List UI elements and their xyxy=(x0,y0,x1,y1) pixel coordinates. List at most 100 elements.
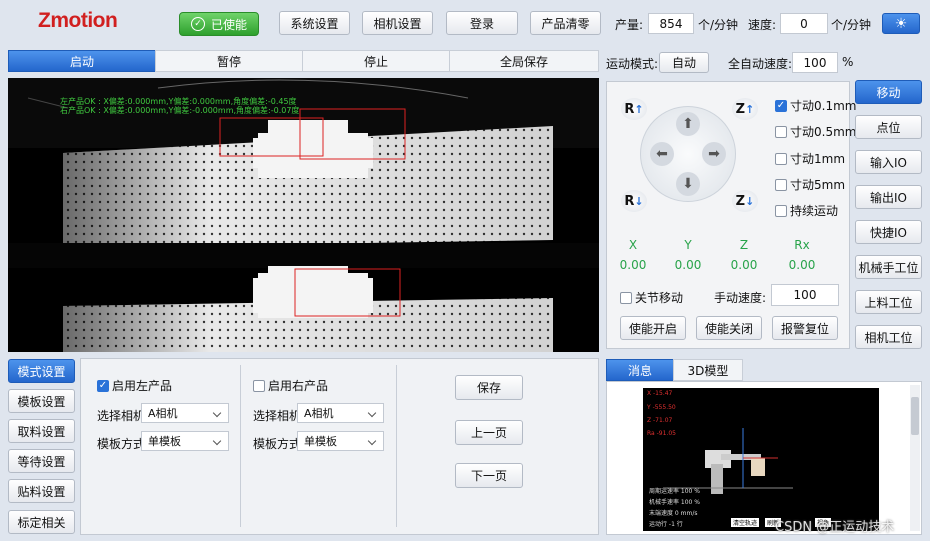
manual-speed-field[interactable]: 100 xyxy=(771,284,839,306)
continuous-move-checkbox[interactable]: 持续运动 xyxy=(775,202,838,219)
jog-1mm-checkbox[interactable]: 寸动1mm xyxy=(775,150,845,167)
output-unit: 个/分钟 xyxy=(698,18,739,32)
divider xyxy=(240,365,241,527)
nav-robot-station[interactable]: 机械手工位 xyxy=(855,255,922,279)
model-coord-y: Y -555.50 xyxy=(647,404,676,411)
next-page-button[interactable]: 下一页 xyxy=(455,463,523,488)
checkbox-icon xyxy=(775,125,787,138)
z-up-button[interactable]: Z ↑ xyxy=(732,98,758,120)
tab-pause[interactable]: 暂停 xyxy=(155,50,303,72)
nav-points[interactable]: 点位 xyxy=(855,115,922,139)
tab-global-save[interactable]: 全局保存 xyxy=(449,50,599,72)
jog-0.5mm-checkbox[interactable]: 寸动0.5mm xyxy=(775,123,856,140)
save-button[interactable]: 保存 xyxy=(455,375,523,400)
auto-speed-label: 全自动速度: xyxy=(728,57,793,71)
nav-template-settings[interactable]: 模板设置 xyxy=(8,389,75,413)
arrow-up-button[interactable]: ⬆ xyxy=(676,112,700,136)
right-camera-label: 选择相机 xyxy=(253,409,302,423)
nav-camera-station[interactable]: 相机工位 xyxy=(855,325,922,349)
model-info-3: 末端速度 0 mm/s xyxy=(649,510,698,517)
model-coord-z: Z -71.07 xyxy=(647,417,673,424)
clear-trajectory-button[interactable]: 清空轨迹 xyxy=(731,518,760,527)
camera-overlay-line-2: 右产品OK : X偏差:0.000mm,Y偏差:-0.000mm,角度偏差:-0… xyxy=(60,106,300,115)
app-logo: Zmotion xyxy=(38,9,118,32)
camera-settings-button[interactable]: 相机设置 xyxy=(362,11,433,35)
model-info-1: 周期运速率 100 % xyxy=(649,488,700,495)
enable-status-button[interactable]: ✓ 已使能 xyxy=(179,12,259,36)
joint-move-checkbox[interactable]: 关节移动 xyxy=(620,289,683,306)
servo-off-button[interactable]: 使能关闭 xyxy=(696,316,762,340)
checkbox-icon xyxy=(775,178,787,191)
auto-speed-field[interactable]: 100 xyxy=(792,52,838,73)
nav-calibration[interactable]: 标定相关 xyxy=(8,510,75,534)
axis-rx-label: Rx xyxy=(794,238,810,252)
enable-left-product-checkbox[interactable]: ✓ 启用左产品 xyxy=(97,377,172,394)
axis-x-value: 0.00 xyxy=(619,258,647,272)
left-camera-select[interactable]: A相机 xyxy=(141,403,229,423)
jog-5mm-checkbox[interactable]: 寸动5mm xyxy=(775,176,845,193)
model-coord-x: X -15.47 xyxy=(647,390,673,397)
tab-start[interactable]: 启动 xyxy=(8,50,156,72)
z-down-button[interactable]: Z ↓ xyxy=(732,190,758,212)
reset-output-button[interactable]: 产品清零 xyxy=(530,11,601,35)
alarm-reset-button[interactable]: 报警复位 xyxy=(772,316,838,340)
theme-toggle-button[interactable]: ☀ xyxy=(882,13,920,34)
axis-z-label: Z xyxy=(739,238,749,252)
nav-mode-settings[interactable]: 模式设置 xyxy=(8,359,75,383)
output-value-field: 854 xyxy=(648,13,694,34)
camera-image xyxy=(8,78,599,352)
tab-messages[interactable]: 消息 xyxy=(606,359,674,381)
axis-z-value: 0.00 xyxy=(730,258,758,272)
left-template-select[interactable]: 单模板 xyxy=(141,431,229,451)
watermark: CSDN @正运动技术 xyxy=(775,520,895,535)
motion-mode-button[interactable]: 自动 xyxy=(659,52,709,73)
login-button[interactable]: 登录 xyxy=(446,11,518,35)
nav-output-io[interactable]: 输出IO xyxy=(855,185,922,209)
tab-stop[interactable]: 停止 xyxy=(302,50,450,72)
speed-value-field: 0 xyxy=(780,13,828,34)
previous-page-button[interactable]: 上一页 xyxy=(455,420,523,445)
r-up-button[interactable]: R ↑ xyxy=(621,98,647,120)
enable-status-label: 已使能 xyxy=(210,17,247,32)
servo-on-button[interactable]: 使能开启 xyxy=(620,316,686,340)
checkbox-icon xyxy=(775,204,787,217)
right-template-select[interactable]: 单模板 xyxy=(297,431,384,451)
enable-right-product-checkbox[interactable]: 启用右产品 xyxy=(253,377,328,394)
axis-rx-value: 0.00 xyxy=(788,258,816,272)
r-down-button[interactable]: R ↓ xyxy=(621,190,647,212)
3d-model-view: X -15.47 Y -555.50 Z -71.07 Ra -91.05 周期… xyxy=(643,388,879,531)
axis-y-value: 0.00 xyxy=(674,258,702,272)
nav-place-settings[interactable]: 贴料设置 xyxy=(8,479,75,503)
check-circle-icon: ✓ xyxy=(190,17,205,31)
axis-y-label: Y xyxy=(684,238,692,252)
output-label: 产量: xyxy=(615,18,644,32)
left-template-label: 模板方式 xyxy=(97,437,146,451)
scrollbar[interactable] xyxy=(910,385,920,531)
model-info-4: 运动行 -1 行 xyxy=(649,521,683,528)
arrow-right-button[interactable]: ➡ xyxy=(702,142,726,166)
checkbox-checked-icon: ✓ xyxy=(775,99,787,112)
axis-x-label: X xyxy=(628,238,638,252)
nav-move[interactable]: 移动 xyxy=(855,80,922,104)
manual-speed-label: 手动速度: xyxy=(714,291,767,305)
nav-feeding-station[interactable]: 上料工位 xyxy=(855,290,922,314)
arrow-left-button[interactable]: ⬅ xyxy=(650,142,674,166)
nav-quick-io[interactable]: 快捷IO xyxy=(855,220,922,244)
speed-label: 速度: xyxy=(748,18,777,32)
speed-unit: 个/分钟 xyxy=(831,18,872,32)
nav-pick-settings[interactable]: 取料设置 xyxy=(8,419,75,443)
system-settings-button[interactable]: 系统设置 xyxy=(279,11,350,35)
tab-3d-model[interactable]: 3D模型 xyxy=(673,359,743,381)
checkbox-checked-icon: ✓ xyxy=(97,379,109,392)
checkbox-icon xyxy=(253,379,265,392)
motion-mode-label: 运动模式: xyxy=(606,57,659,71)
arrow-down-button[interactable]: ⬇ xyxy=(676,172,700,196)
model-info-2: 机械手速率 100 % xyxy=(649,499,700,506)
left-camera-label: 选择相机 xyxy=(97,409,146,423)
sun-icon: ☀ xyxy=(894,15,908,32)
checkbox-icon xyxy=(620,291,632,304)
nav-wait-settings[interactable]: 等待设置 xyxy=(8,449,75,473)
right-camera-select[interactable]: A相机 xyxy=(297,403,384,423)
jog-0.1mm-checkbox[interactable]: ✓ 寸动0.1mm xyxy=(775,97,856,114)
nav-input-io[interactable]: 输入IO xyxy=(855,150,922,174)
